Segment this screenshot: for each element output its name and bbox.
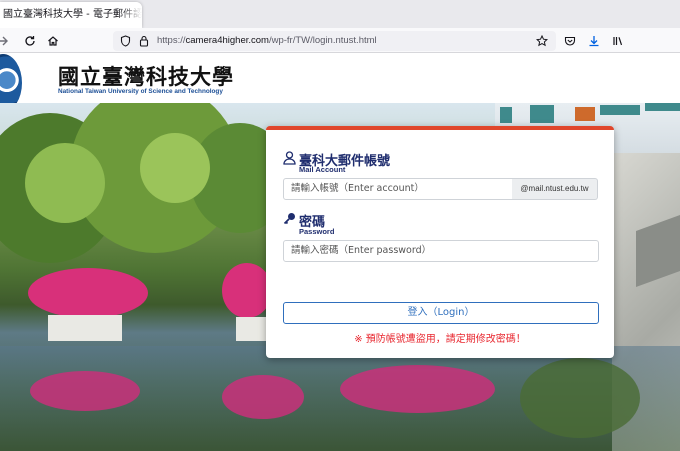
building-window [600,105,640,115]
school-name-chinese: 國立臺灣科技大學 [58,65,234,89]
flower-reflection [30,371,140,411]
building-window [645,103,680,111]
url-scheme: https:// [157,35,186,46]
forward-icon[interactable] [0,32,11,49]
navigation-toolbar: https://camera4higher.com/wp-fr/TW/login… [0,28,680,53]
building-window [575,107,595,121]
url-host: camera4higher.com [185,35,269,46]
tree [25,143,105,223]
school-name-english: National Taiwan University of Science an… [58,88,223,95]
pocket-icon[interactable] [561,32,578,49]
flower-reflection [222,375,304,419]
key-icon [283,212,296,229]
planter [48,315,122,341]
reload-icon[interactable] [21,32,38,49]
tab-title-fade [120,2,142,28]
security-warning: ※ 預防帳號遭盜用，請定期修改密碼！ [354,334,526,345]
url-path: /wp-fr/TW/login.ntust.html [268,35,377,46]
flower-reflection [340,365,495,413]
downloads-icon[interactable] [585,32,602,49]
tree [140,133,210,203]
bookmark-star-icon[interactable] [534,33,550,49]
flower-bush [222,263,272,318]
password-input[interactable]: 請輸入密碼（Enter password） [283,240,599,262]
library-icon[interactable] [609,32,626,49]
login-card: 臺科大郵件帳號 Mail Account 請輸入帳號（Enter account… [266,126,614,358]
tree-reflection [520,358,640,438]
user-icon [283,150,296,169]
flower-bush [28,268,148,318]
password-subtitle: Password [299,227,335,236]
address-bar[interactable]: https://camera4higher.com/wp-fr/TW/login… [113,31,556,51]
home-icon[interactable] [44,32,61,49]
login-button[interactable]: 登入（Login） [283,302,599,324]
url-text: https://camera4higher.com/wp-fr/TW/login… [157,31,377,51]
building-window [500,107,512,123]
planter [236,317,266,341]
email-domain-suffix: @mail.ntust.edu.tw [512,178,598,200]
tab-strip: 國立臺灣科技大學 - 電子郵件認證 [0,0,680,28]
account-subtitle: Mail Account [299,165,346,174]
browser-tab[interactable]: 國立臺灣科技大學 - 電子郵件認證 [0,2,142,28]
lock-icon[interactable] [136,33,152,49]
account-input[interactable]: 請輸入帳號（Enter account） [283,178,513,200]
building-window [530,105,554,123]
shield-icon[interactable] [117,33,133,49]
site-header: 國立臺灣科技大學 National Taiwan University of S… [0,53,680,112]
